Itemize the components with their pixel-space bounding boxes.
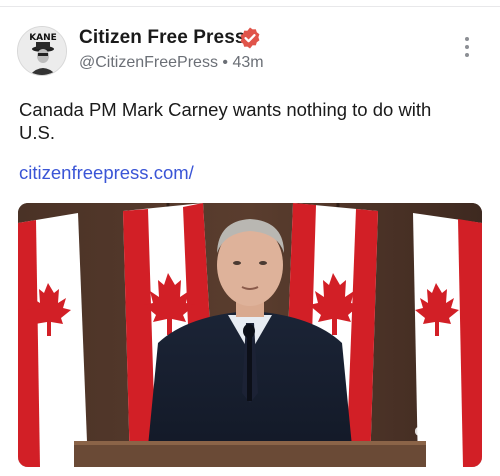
vertical-ellipsis-icon[interactable] bbox=[456, 37, 478, 63]
post-link[interactable]: citizenfreepress.com/ bbox=[19, 162, 194, 184]
author-handle[interactable]: @CitizenFreePress bbox=[79, 54, 218, 71]
avatar-label: KANE bbox=[29, 33, 57, 43]
author-meta: @CitizenFreePress • 43m bbox=[79, 54, 264, 72]
author-name[interactable]: Citizen Free Press bbox=[79, 27, 246, 49]
post-time[interactable]: 43m bbox=[232, 54, 263, 71]
post-media-image[interactable]: cpac bbox=[18, 203, 482, 467]
post-card[interactable]: KANE Citizen Free Press @CitizenFreePres… bbox=[0, 7, 500, 476]
post-text: Canada PM Mark Carney wants nothing to d… bbox=[19, 99, 432, 143]
avatar[interactable]: KANE bbox=[17, 26, 67, 76]
flag-left bbox=[18, 213, 88, 467]
verified-badge-icon bbox=[240, 27, 260, 49]
cpac-watermark: cpac bbox=[414, 421, 456, 441]
meta-separator: • bbox=[222, 54, 229, 71]
